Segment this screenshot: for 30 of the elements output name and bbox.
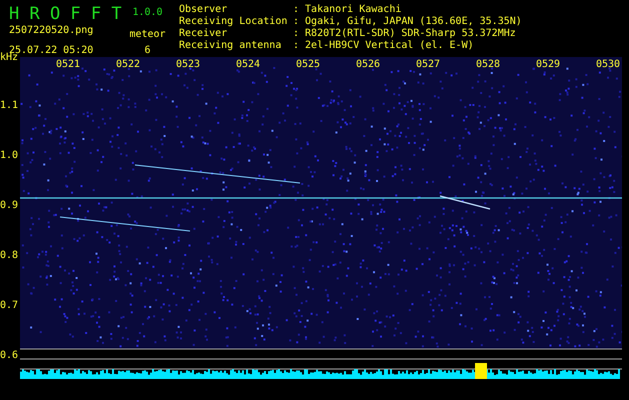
info-value: : R820T2(RTL-SDR) SDR-Sharp 53.372MHz [293, 28, 516, 40]
info-value: : Takanori Kawachi [293, 4, 402, 16]
info-value: : Ogaki, Gifu, JAPAN (136.60E, 35.35N) [293, 16, 522, 28]
time-label: 0529 [534, 59, 562, 71]
info-label: Observer [179, 4, 228, 16]
axis-label: 1.1 [0, 100, 18, 112]
time-label: 0528 [474, 59, 502, 71]
info-value: : 2el-HB9CV Vertical (el. E-W) [293, 40, 474, 52]
axis-label: 0.7 [0, 300, 18, 312]
time-label: 0523 [174, 59, 202, 71]
info-label: Receiving antenna [179, 40, 282, 52]
info-label: Receiver [179, 28, 228, 40]
time-label: 0524 [234, 59, 262, 71]
info-label: Receiving Location [179, 16, 288, 28]
time-label: 0527 [414, 59, 442, 71]
file-name: 2507220520.png [9, 25, 94, 37]
version-label: 1.0.0 [132, 7, 163, 19]
time-label: 0526 [354, 59, 382, 71]
axis-label: 0.6 [0, 350, 18, 362]
time-label: 0521 [54, 59, 82, 71]
axis-label: 0.9 [0, 200, 18, 212]
axis-label: 0.8 [0, 250, 18, 262]
app-title: H R O F F T [9, 4, 120, 24]
meteor-count: 6 [144, 45, 151, 57]
time-label: 0525 [294, 59, 322, 71]
axis-unit: kHz [0, 53, 18, 63]
time-label: 0522 [114, 59, 142, 71]
time-label: 0530 [594, 59, 622, 71]
axis-label: 1.0 [0, 150, 18, 162]
meteor-label: meteor [129, 29, 166, 41]
